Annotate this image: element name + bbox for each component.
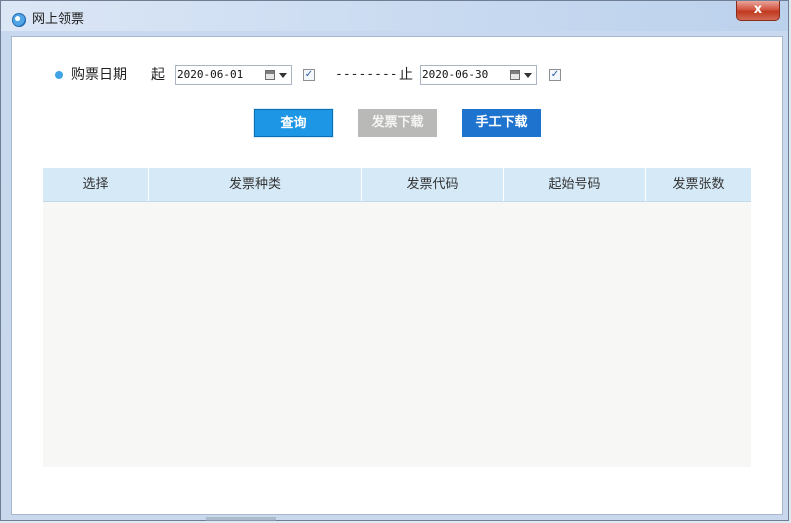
table-header: 选择 发票种类 发票代码 起始号码 发票张数 — [43, 168, 751, 202]
end-date-checkbox[interactable]: ✓ — [549, 69, 561, 81]
invoice-table: 选择 发票种类 发票代码 起始号码 发票张数 — [43, 168, 751, 467]
start-date-value: 2020-06-01 — [177, 68, 244, 81]
query-button[interactable]: 查询 — [254, 109, 333, 137]
column-header-start-number[interactable]: 起始号码 — [504, 168, 646, 201]
calendar-icon[interactable] — [510, 70, 520, 80]
invoice-download-button[interactable]: 发票下载 — [358, 109, 437, 137]
purchase-date-label: 购票日期 — [71, 67, 127, 83]
column-header-invoice-code[interactable]: 发票代码 — [362, 168, 504, 201]
end-date-picker[interactable]: 2020-06-30 — [420, 65, 537, 85]
table-body — [43, 202, 751, 467]
end-date-label: 止 — [399, 67, 413, 83]
column-header-invoice-type[interactable]: 发票种类 — [149, 168, 362, 201]
chevron-down-icon[interactable] — [524, 73, 532, 78]
manual-download-button[interactable]: 手工下载 — [462, 109, 541, 137]
app-logo-icon — [12, 13, 26, 27]
column-header-select[interactable]: 选择 — [43, 168, 149, 201]
dialog-window: 网上领票 x 购票日期 起 2020-06-01 ✓ -------- 止 20… — [0, 0, 789, 521]
chevron-down-icon[interactable] — [279, 73, 287, 78]
start-date-label: 起 — [151, 67, 165, 83]
title-bar[interactable]: 网上领票 x — [1, 1, 788, 31]
start-date-picker[interactable]: 2020-06-01 — [175, 65, 292, 85]
dialog-content: 购票日期 起 2020-06-01 ✓ -------- 止 2020-06-3… — [11, 36, 783, 515]
date-range-separator: -------- — [335, 67, 398, 82]
window-resize-grip — [206, 517, 276, 521]
column-header-invoice-count[interactable]: 发票张数 — [646, 168, 751, 201]
window-title: 网上领票 — [32, 12, 85, 27]
start-date-checkbox[interactable]: ✓ — [303, 69, 315, 81]
calendar-icon[interactable] — [265, 70, 275, 80]
bullet-icon — [55, 71, 63, 79]
end-date-value: 2020-06-30 — [422, 68, 489, 81]
close-button[interactable]: x — [736, 1, 780, 21]
